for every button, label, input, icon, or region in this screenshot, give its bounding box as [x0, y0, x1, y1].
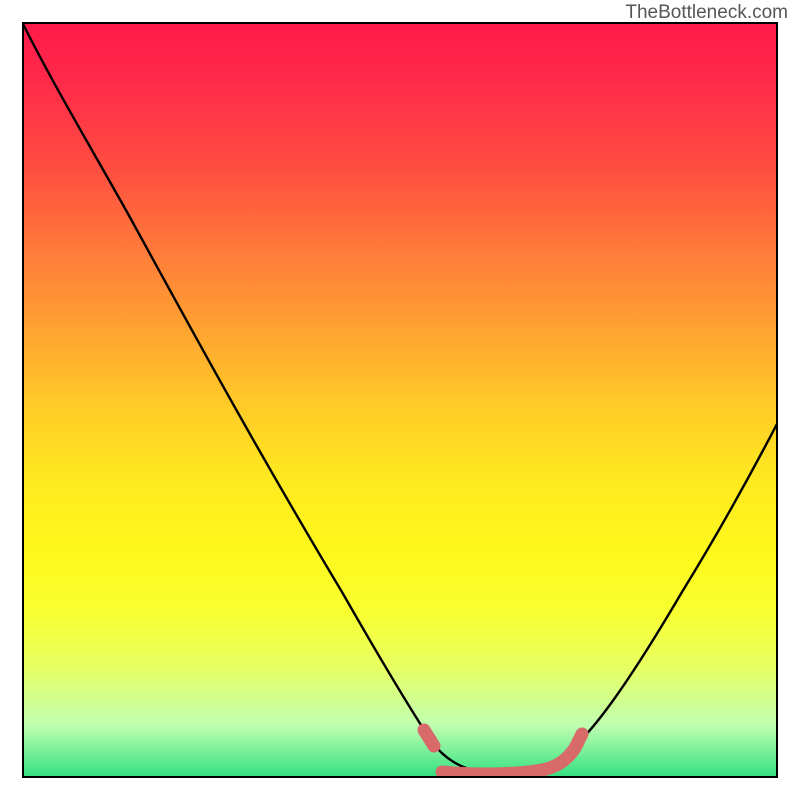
plot-background-gradient [22, 22, 778, 778]
chart-container: TheBottleneck.com [0, 0, 800, 800]
attribution-label: TheBottleneck.com [625, 2, 788, 24]
